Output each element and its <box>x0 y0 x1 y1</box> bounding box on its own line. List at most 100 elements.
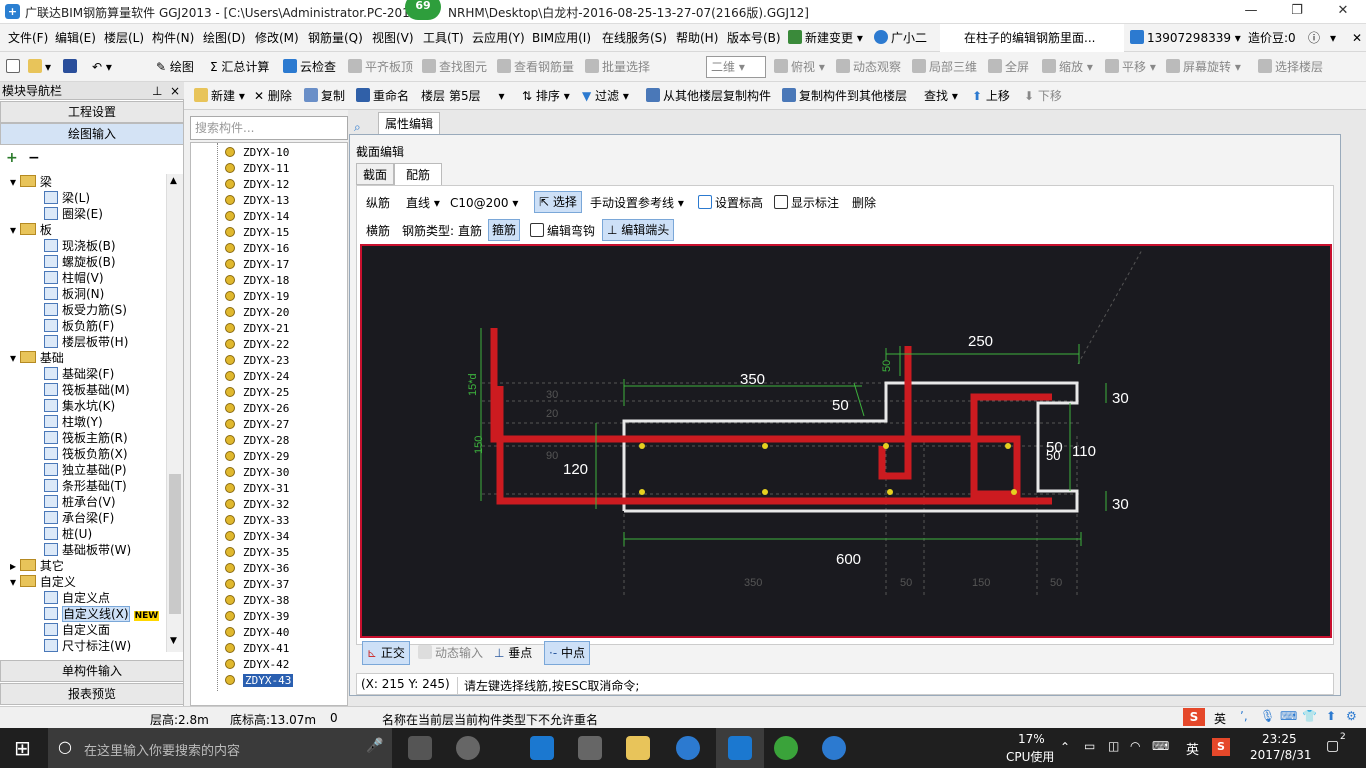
flush-slab-top-button[interactable]: 平齐板顶 <box>348 52 413 82</box>
tree-item[interactable]: 集水坑(K) <box>44 398 115 414</box>
tray-expand-icon[interactable]: ⌃ <box>1060 740 1070 754</box>
user-account[interactable]: 13907298339 ▾ <box>1130 24 1241 52</box>
copy-to-other-floor-button[interactable]: 复制构件到其他楼层 <box>782 82 907 110</box>
notification-badge[interactable]: 69 <box>405 0 441 20</box>
component-list-item[interactable]: ZDYX-34 <box>225 529 289 545</box>
tree-item[interactable]: 承台梁(F) <box>44 510 114 526</box>
tree-item[interactable]: 独立基础(P) <box>44 462 127 478</box>
pin-icon[interactable]: ⊥ <box>152 82 162 100</box>
tree-item[interactable]: 自定义线(X) NEW <box>44 606 160 622</box>
report-preview-button[interactable]: 报表预览 <box>0 683 184 705</box>
tree-item[interactable]: 板负筋(F) <box>44 318 114 334</box>
tree-item[interactable]: 楼层板带(H) <box>44 334 128 350</box>
more-icon[interactable]: ✕ <box>1352 24 1362 52</box>
component-list-item[interactable]: ZDYX-12 <box>225 177 289 193</box>
local-3d-button[interactable]: 局部三维 <box>912 52 977 82</box>
tree-folder[interactable]: ▸ 其它 <box>10 558 64 574</box>
summary-calc-button[interactable]: Σ 汇总计算 <box>210 52 269 82</box>
component-list-item[interactable]: ZDYX-35 <box>225 545 289 561</box>
component-list-item[interactable]: ZDYX-43 <box>225 673 294 689</box>
green-app-icon[interactable] <box>774 736 798 760</box>
perpendicular-snap-button[interactable]: ⊥ 垂点 <box>494 643 532 663</box>
scroll-up-icon[interactable]: ▲ <box>170 176 177 186</box>
tree-scrollbar[interactable]: ▲ ▼ <box>166 174 183 652</box>
component-list-item[interactable]: ZDYX-11 <box>225 161 289 177</box>
search-icon[interactable]: ⌕ <box>354 120 370 134</box>
open-file-icon[interactable]: ▾ <box>28 52 51 82</box>
tab-property-edit[interactable]: 属性编辑 <box>378 112 440 134</box>
tab-section[interactable]: 截面 <box>356 163 394 185</box>
component-list-item[interactable]: ZDYX-21 <box>225 321 289 337</box>
minimize-icon[interactable]: — <box>1228 0 1274 24</box>
component-list-item[interactable]: ZDYX-29 <box>225 449 289 465</box>
toolbox-icon[interactable]: ⬆ <box>1326 709 1336 723</box>
ggj-app-icon[interactable] <box>728 736 752 760</box>
component-list-item[interactable]: ZDYX-32 <box>225 497 289 513</box>
pan-button[interactable]: 平移 ▾ <box>1105 52 1156 82</box>
tree-item[interactable]: 筏板基础(M) <box>44 382 130 398</box>
chevron-down-icon[interactable]: ▾ <box>10 351 20 365</box>
new-component-button[interactable]: 新建 ▾ <box>194 82 245 110</box>
save-icon[interactable] <box>63 52 80 82</box>
component-list-item[interactable]: ZDYX-40 <box>225 625 289 641</box>
tree-item[interactable]: 桩(U) <box>44 526 92 542</box>
edit-hook-button[interactable]: 编辑弯钩 <box>530 221 595 241</box>
collapse-all-icon[interactable]: − <box>28 150 40 166</box>
tree-item[interactable]: 柱帽(V) <box>44 270 104 286</box>
component-list-item[interactable]: ZDYX-25 <box>225 385 289 401</box>
component-list-item[interactable]: ZDYX-10 <box>225 145 289 161</box>
floor-select[interactable]: 第5层 ▾ <box>449 85 513 107</box>
menu-component[interactable]: 构件(N) <box>152 24 194 52</box>
single-component-input-button[interactable]: 单构件输入 <box>0 660 184 682</box>
copy-from-other-floor-button[interactable]: 从其他楼层复制构件 <box>646 82 771 110</box>
move-up-button[interactable]: ⬆ 上移 <box>972 82 1010 110</box>
view-rebar-qty-button[interactable]: 查看钢筋量 <box>497 52 574 82</box>
menu-rebar-qty[interactable]: 钢筋量(Q) <box>308 24 363 52</box>
component-list-item[interactable]: ZDYX-13 <box>225 193 289 209</box>
component-list-item[interactable]: ZDYX-24 <box>225 369 289 385</box>
tree-folder[interactable]: ▾ 自定义 <box>10 574 76 590</box>
tree-item[interactable]: 筏板负筋(X) <box>44 446 128 462</box>
menu-view[interactable]: 视图(V) <box>372 24 414 52</box>
component-list-item[interactable]: ZDYX-19 <box>225 289 289 305</box>
tree-item[interactable]: 自定义点 <box>44 590 110 606</box>
component-list-item[interactable]: ZDYX-33 <box>225 513 289 529</box>
component-list-item[interactable]: ZDYX-37 <box>225 577 289 593</box>
skin-icon[interactable]: 👕 <box>1302 709 1317 723</box>
tree-folder[interactable]: ▾ 板 <box>10 222 52 238</box>
menu-file[interactable]: 文件(F) <box>8 24 48 52</box>
store-icon[interactable] <box>578 736 602 760</box>
rebar-section-drawing[interactable]: 250 350 50 30 50 110 50 30 120 600 15*d … <box>362 246 1330 636</box>
wifi-icon[interactable]: ◠ <box>1130 739 1140 753</box>
component-list-item[interactable]: ZDYX-15 <box>225 225 289 241</box>
restore-icon[interactable]: ❐ <box>1274 0 1320 24</box>
ime-tray-mode[interactable]: 英 <box>1186 739 1199 758</box>
chevron-down-icon[interactable]: ▾ <box>10 175 20 189</box>
menu-version[interactable]: 版本号(B) <box>727 24 781 52</box>
edit-end-button[interactable]: ⊥ 编辑端头 <box>602 219 675 241</box>
rotate-screen-button[interactable]: 屏幕旋转 ▾ <box>1166 52 1241 82</box>
menu-tools[interactable]: 工具(T) <box>423 24 464 52</box>
browser-360-icon[interactable] <box>456 736 480 760</box>
component-list-item[interactable]: ZDYX-28 <box>225 433 289 449</box>
tree-item[interactable]: 梁(L) <box>44 190 90 206</box>
file-explorer-icon[interactable] <box>626 736 650 760</box>
close-icon[interactable]: × <box>170 82 180 100</box>
cloud-check-button[interactable]: 云检查 <box>283 52 336 82</box>
component-list-item[interactable]: ZDYX-38 <box>225 593 289 609</box>
question-ticker[interactable]: 在柱子的编辑钢筋里面... <box>940 24 1124 52</box>
menu-help[interactable]: 帮助(H) <box>676 24 718 52</box>
network-icon[interactable]: ◫ <box>1108 739 1119 753</box>
draw-button[interactable]: ✎ 绘图 <box>156 52 194 82</box>
component-list-item[interactable]: ZDYX-27 <box>225 417 289 433</box>
filter-button[interactable]: ▼ 过滤 ▾ <box>582 82 629 110</box>
undo-icon[interactable]: ↶ ▾ <box>92 52 112 82</box>
tree-item[interactable]: 现浇板(B) <box>44 238 116 254</box>
glodon-g2-icon[interactable] <box>822 736 846 760</box>
copy-component-button[interactable]: 复制 <box>304 82 345 110</box>
task-view-icon[interactable] <box>408 736 432 760</box>
show-dimension-button[interactable]: 显示标注 <box>774 193 839 213</box>
component-list-item[interactable]: ZDYX-22 <box>225 337 289 353</box>
stirrup-option[interactable]: 箍筋 <box>488 219 521 241</box>
fullscreen-button[interactable]: 全屏 <box>988 52 1029 82</box>
